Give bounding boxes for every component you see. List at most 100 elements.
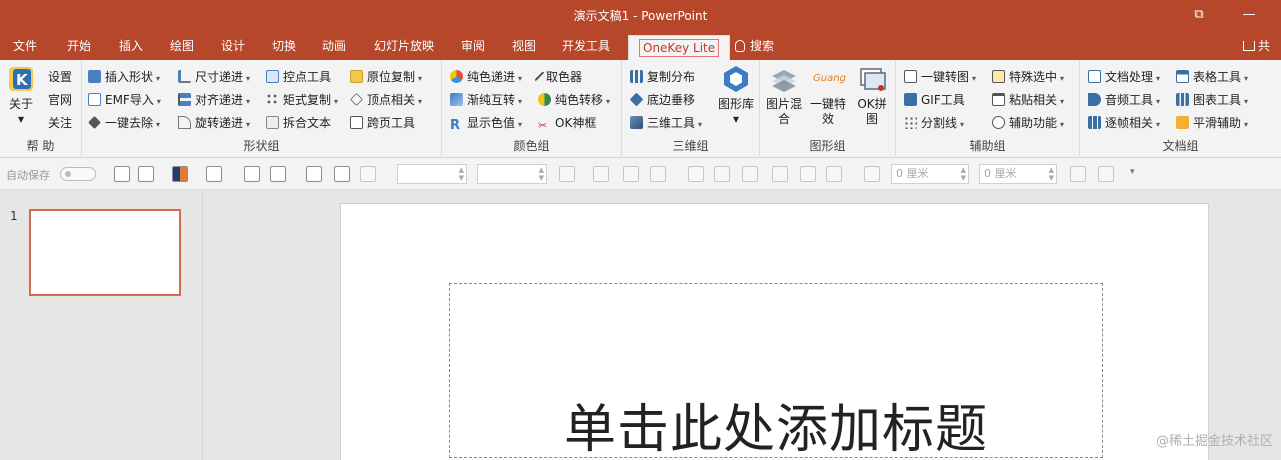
font-size-field[interactable]: ▲ ▼ — [477, 164, 547, 184]
settings-button[interactable]: 设置 — [48, 66, 72, 88]
follow-button[interactable]: 关注 — [48, 112, 72, 134]
split-merge-text-button[interactable]: 拆合文本 — [266, 112, 331, 134]
align-progression-button[interactable]: 对齐递进 ▾ — [178, 89, 250, 111]
one-click-effect-button[interactable]: Guang 一键特效 — [808, 64, 848, 127]
height-field[interactable]: 0 厘米 ▲ ▼ — [979, 164, 1057, 184]
chevron-down-icon: ▾ — [1156, 120, 1161, 129]
tab-view[interactable]: 视图 — [512, 32, 536, 60]
website-button[interactable]: 官网 — [48, 89, 72, 111]
tell-me-search[interactable]: 搜索 — [735, 32, 774, 60]
audio-tool-button[interactable]: 音频工具 ▾ — [1088, 89, 1160, 111]
tab-animations[interactable]: 动画 — [322, 32, 346, 60]
selection-icon[interactable] — [714, 166, 730, 182]
chart-tool-button[interactable]: 图表工具 ▾ — [1176, 89, 1248, 111]
share-button[interactable]: 共 — [1243, 32, 1281, 60]
in-place-copy-button[interactable]: 原位复制 ▾ — [350, 66, 422, 88]
text-box-icon[interactable] — [114, 166, 130, 182]
group-objects-icon[interactable] — [306, 166, 322, 182]
solid-color-progression-button[interactable]: 纯色递进 ▾ — [450, 66, 522, 88]
minimize-icon[interactable]: — — [1238, 6, 1260, 24]
resize-icon[interactable] — [206, 166, 222, 182]
vertex-related-button[interactable]: 顶点相关 ▾ — [350, 89, 422, 111]
align-objects-icon[interactable] — [559, 166, 575, 182]
graphic-library-button[interactable]: 图形库 ▾ — [716, 64, 756, 127]
tab-insert[interactable]: 插入 — [119, 32, 143, 60]
speaker-icon — [1088, 93, 1101, 106]
width-field[interactable]: 0 厘米 ▲ ▼ — [891, 164, 969, 184]
table-tool-button[interactable]: 表格工具 ▾ — [1176, 66, 1248, 88]
document-processing-button[interactable]: 文档处理 ▾ — [1088, 66, 1160, 88]
color-picker-button[interactable]: 取色器 — [534, 66, 582, 88]
arrange-icon[interactable] — [623, 166, 639, 182]
layout-icon[interactable] — [138, 166, 154, 182]
rotate-icon — [178, 116, 191, 129]
control-point-tool-button[interactable]: 控点工具 — [266, 66, 331, 88]
about-label: 关于 — [8, 97, 33, 111]
emf-import-button[interactable]: EMF导入 ▾ — [88, 89, 161, 111]
gradient-solid-convert-button[interactable]: 渐纯互转 ▾ — [450, 89, 522, 111]
special-select-button[interactable]: 特殊选中 ▾ — [992, 66, 1064, 88]
edit-points-icon[interactable] — [688, 166, 704, 182]
rotate-progression-button[interactable]: 旋转递进 ▾ — [178, 112, 250, 134]
copy-distribute-button[interactable]: 复制分布 — [630, 66, 695, 88]
pin-icon[interactable] — [1098, 166, 1114, 182]
size-lock-icon[interactable] — [864, 166, 880, 182]
tab-file[interactable]: 文件 — [13, 32, 37, 60]
slide-canvas[interactable]: 单击此处添加标题 — [340, 203, 1209, 460]
3d-tool-button[interactable]: 三维工具 ▾ — [630, 112, 702, 134]
size-progression-button[interactable]: 尺寸递进 ▾ — [178, 66, 250, 88]
tab-developer[interactable]: 开发工具 — [562, 32, 610, 60]
tab-slideshow[interactable]: 幻灯片放映 — [374, 32, 434, 60]
tab-home[interactable]: 开始 — [67, 32, 91, 60]
gif-tool-button[interactable]: GIF工具 — [904, 89, 965, 111]
image-blend-button[interactable]: 图片混合 — [764, 64, 804, 127]
merge-shapes-icon[interactable] — [650, 166, 666, 182]
tab-draw[interactable]: 绘图 — [170, 32, 194, 60]
insert-shape-button[interactable]: 插入形状 ▾ — [88, 66, 160, 88]
group-label-shape: 形状组 — [243, 139, 280, 153]
cube-icon — [630, 116, 643, 129]
helper-function-button[interactable]: 辅助功能 ▾ — [992, 112, 1064, 134]
distribute-vertical-icon[interactable] — [772, 166, 788, 182]
solid-color-transfer-button[interactable]: 纯色转移 ▾ — [538, 89, 610, 111]
color-palette-icon[interactable] — [800, 166, 816, 182]
about-button[interactable]: K 关于 ▾ — [4, 64, 38, 127]
customize-toolbar-icon[interactable]: ▾ — [1130, 167, 1135, 177]
ok-magic-box-button[interactable]: ✂ OK神框 — [538, 112, 596, 134]
title-placeholder[interactable]: 单击此处添加标题 — [449, 283, 1103, 460]
tab-transitions[interactable]: 切换 — [272, 32, 296, 60]
matrix-copy-button[interactable]: 矩式复制 ▾ — [266, 89, 338, 111]
ribbon-display-options-icon[interactable]: ⧉ — [1188, 6, 1210, 24]
bottom-vertical-move-button[interactable]: 底边垂移 — [629, 89, 695, 111]
tab-review[interactable]: 审阅 — [461, 32, 485, 60]
shape-icon[interactable] — [1070, 166, 1086, 182]
font-name-field[interactable]: ▲ ▼ — [397, 164, 467, 184]
one-click-remove-label: 一键去除 — [105, 116, 154, 130]
cross-page-tool-button[interactable]: 跨页工具 — [350, 112, 415, 134]
paste-related-button[interactable]: 粘贴相关 ▾ — [992, 89, 1064, 111]
eraser-icon — [88, 116, 101, 129]
tab-design[interactable]: 设计 — [221, 32, 245, 60]
one-click-to-image-button[interactable]: 一键转图 ▾ — [904, 66, 976, 88]
star-icon[interactable] — [360, 166, 376, 182]
show-color-value-button[interactable]: R 显示色值 ▾ — [450, 112, 522, 134]
tab-onekey-lite[interactable]: OneKey Lite — [628, 35, 731, 60]
divider-line-button[interactable]: 分割线 ▾ — [904, 112, 964, 134]
distribute-horizontal-icon[interactable] — [742, 166, 758, 182]
one-click-remove-button[interactable]: 一键去除 ▾ — [88, 112, 160, 134]
slide-thumbnail[interactable] — [29, 209, 181, 296]
audio-tool-label: 音频工具 — [1105, 93, 1154, 107]
smooth-assist-button[interactable]: 平滑辅助 ▾ — [1176, 112, 1248, 134]
animation-pane-icon[interactable] — [334, 166, 350, 182]
shape-outline-icon[interactable] — [270, 166, 286, 182]
group-label-graphic: 图形组 — [809, 139, 846, 153]
ok-puzzle-button[interactable]: OK拼图 — [852, 64, 892, 127]
crop-icon[interactable] — [244, 166, 260, 182]
chevron-down-icon: ▾ — [334, 97, 339, 106]
spin-arrows-icon: ▲ ▼ — [960, 166, 966, 182]
frame-by-frame-button[interactable]: 逐帧相关 ▾ — [1088, 112, 1160, 134]
autosave-toggle[interactable] — [60, 167, 96, 181]
shape-effects-icon[interactable] — [826, 166, 842, 182]
format-painter-icon[interactable] — [593, 166, 609, 182]
fill-color-icon[interactable] — [172, 166, 188, 182]
